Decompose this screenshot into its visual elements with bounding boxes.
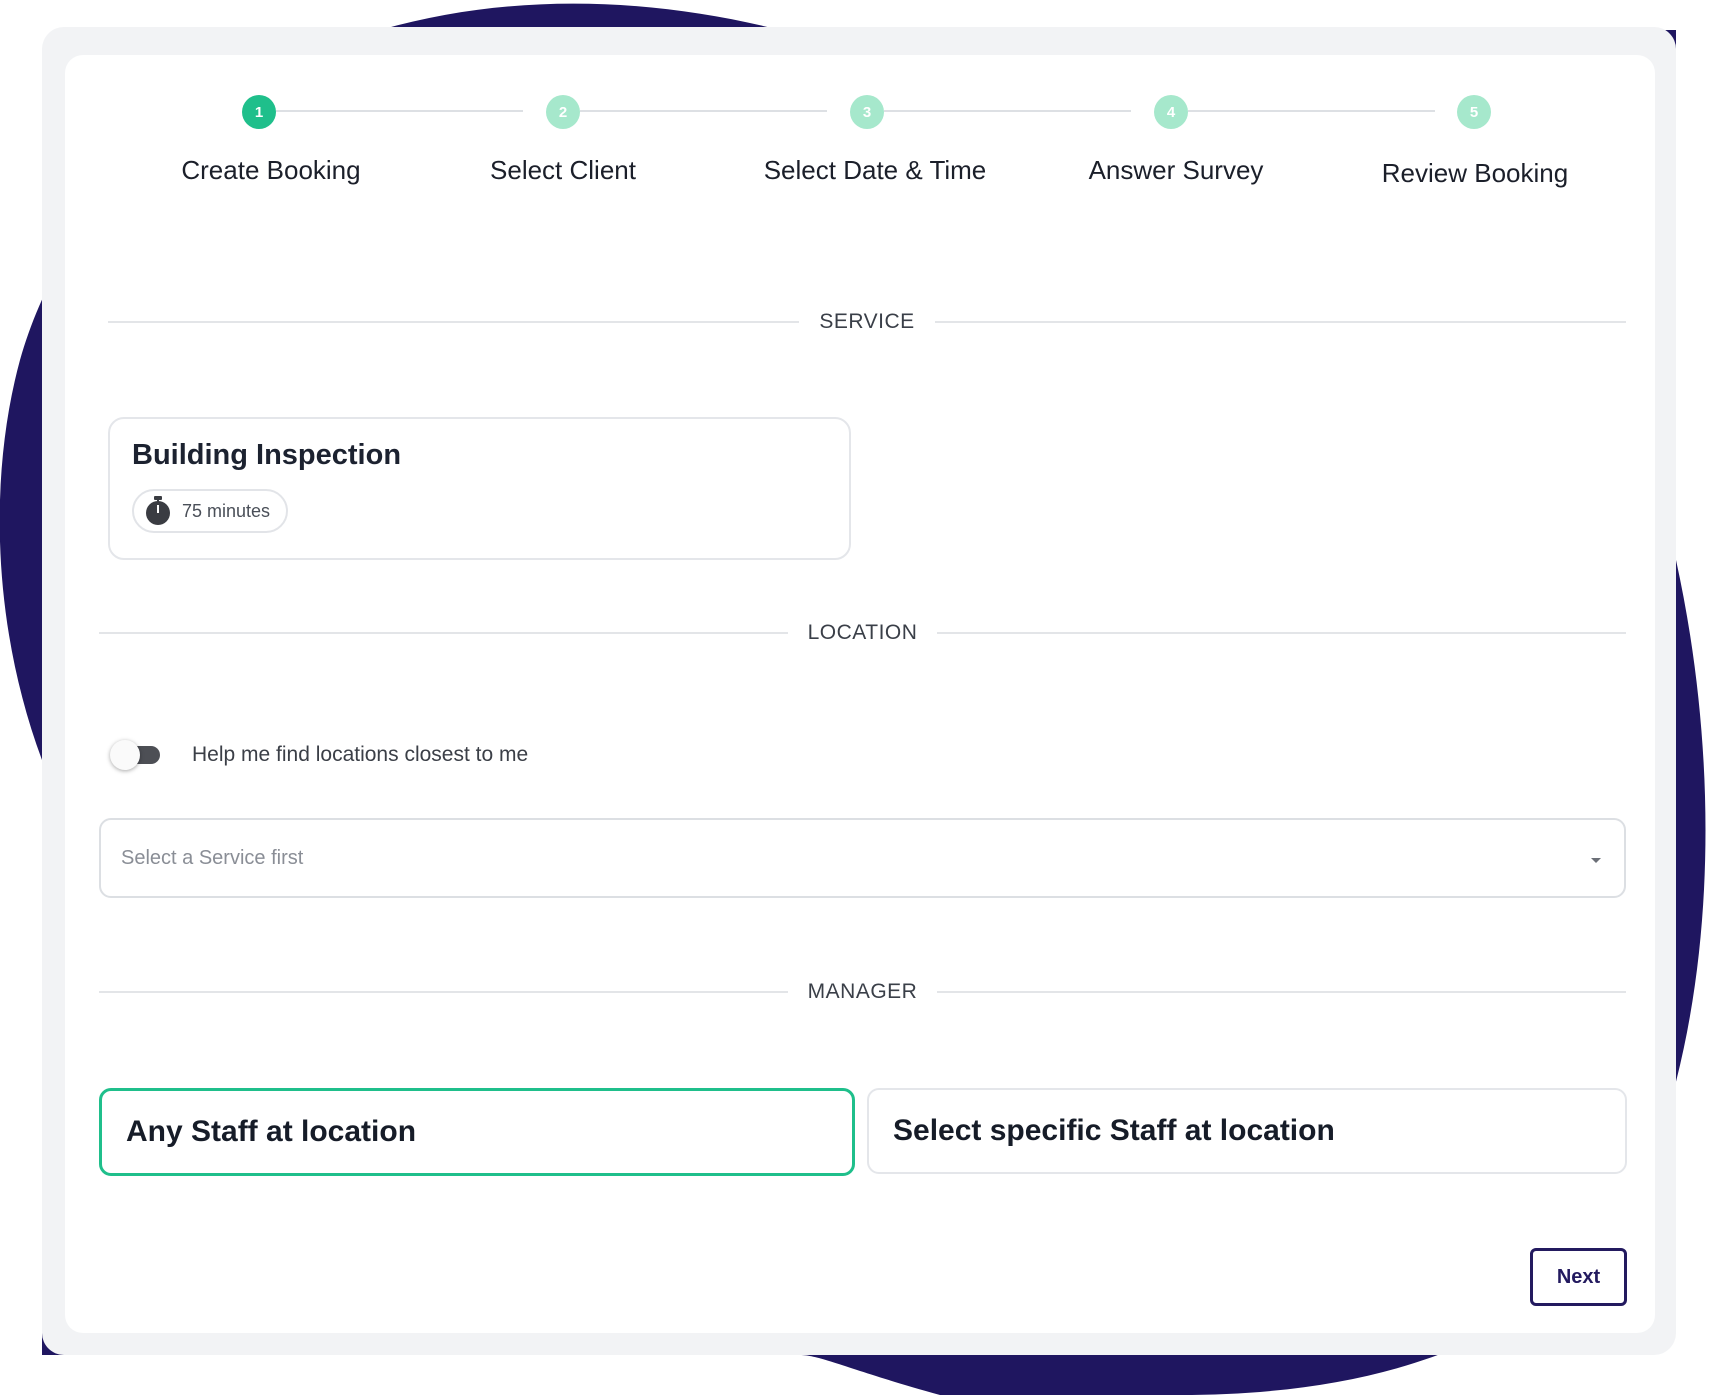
manager-section-title: MANAGER [807,980,918,1003]
step-connector [884,110,1131,112]
nearby-locations-toggle[interactable] [110,740,162,770]
next-button[interactable]: Next [1530,1248,1627,1306]
divider-line [937,991,1626,993]
location-select-placeholder: Select a Service first [121,846,304,869]
step-4-indicator[interactable]: 4 [1154,95,1188,129]
step-2-indicator[interactable]: 2 [546,95,580,129]
step-3-indicator[interactable]: 3 [850,95,884,129]
duration-chip: 75 minutes [132,489,289,533]
step-3-label: Select Date & Time [763,155,987,185]
divider-line [99,991,788,993]
divider-line [99,632,788,634]
step-4-label: Answer Survey [1088,155,1264,185]
any-staff-option-label: Any Staff at location [126,1115,417,1148]
service-section-title: SERVICE [819,310,915,333]
step-1-label: Create Booking [181,155,361,185]
divider-line [937,632,1627,634]
service-card-building-inspection[interactable]: Building Inspection 75 minutes [108,417,851,560]
step-1-indicator[interactable]: 1 [242,95,276,129]
step-2-label: Select Client [490,155,636,185]
stopwatch-icon [144,496,172,526]
divider-line [934,321,1627,323]
nearby-locations-toggle-label: Help me find locations closest to me [192,743,529,766]
specific-staff-option[interactable]: Select specific Staff at location [867,1088,1627,1174]
service-name: Building Inspection [132,439,402,471]
location-select[interactable]: Select a Service first [99,818,1626,898]
step-5-label: Review Booking [1381,158,1569,188]
divider-line [108,321,800,323]
nearby-locations-toggle-row: Help me find locations closest to me [110,737,528,773]
step-connector [276,110,523,112]
duration-text: 75 minutes [182,500,271,521]
booking-stepper: 1 2 3 4 5 Create Booking Select Client S… [65,55,1655,255]
manager-section-header: MANAGER [99,977,1626,1007]
booking-form-card: 1 2 3 4 5 Create Booking Select Client S… [65,55,1655,1333]
location-section-title: LOCATION [807,621,918,644]
toggle-knob [110,740,140,770]
step-5-indicator[interactable]: 5 [1457,95,1491,129]
specific-staff-option-label: Select specific Staff at location [893,1114,1335,1147]
step-connector [1188,110,1435,112]
chevron-down-icon [1588,853,1604,863]
any-staff-option[interactable]: Any Staff at location [99,1088,855,1176]
service-section-header: SERVICE [108,307,1627,337]
location-section-header: LOCATION [99,618,1627,648]
step-connector [580,110,827,112]
